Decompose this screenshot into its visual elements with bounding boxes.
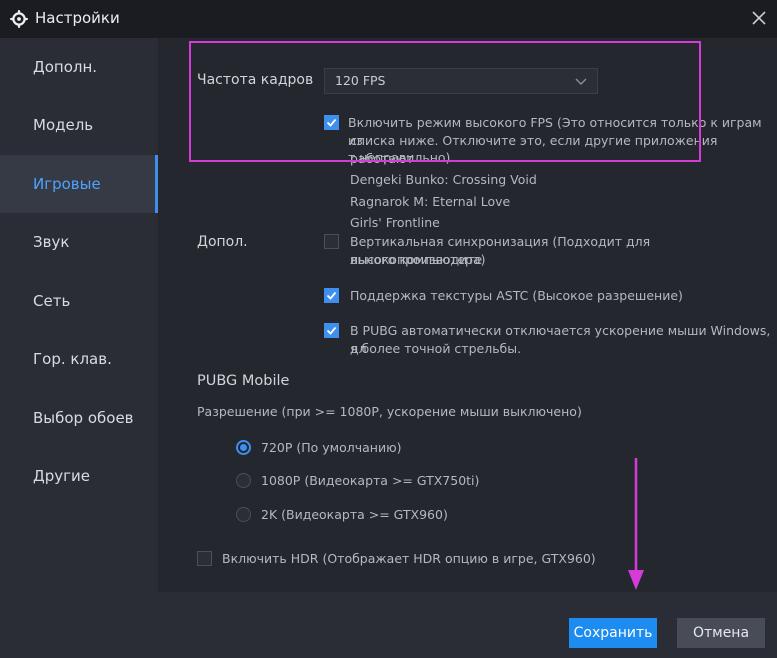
sidebar-item-label: Гор. клав. [33, 350, 112, 368]
save-button[interactable]: Сохранить [569, 618, 657, 648]
sidebar-item-game[interactable]: Игровые [0, 155, 158, 213]
sidebar-item-label: Модель [33, 116, 94, 134]
pubg-mouse-checkbox[interactable] [324, 323, 339, 338]
resolution-label: Разрешение (при >= 1080P, ускорение мыши… [197, 404, 582, 419]
hdr-text: Включить HDR (Отображает HDR опцию в игр… [222, 551, 596, 566]
extra-label: Допол. [197, 234, 248, 250]
resolution-option-label: 720P (По умолчанию) [261, 440, 402, 455]
sidebar-item-label: Другие [33, 467, 90, 485]
sidebar-item-label: Выбор обоев [33, 409, 134, 427]
sidebar: Дополн. Модель Игровые Звук Сеть Гор. кл… [0, 38, 158, 592]
chevron-down-icon [575, 78, 587, 85]
high-fps-text-line3: т неправильно) [348, 150, 451, 165]
sidebar-item-model[interactable]: Модель [0, 96, 158, 154]
pubg-mouse-text-line2: я более точной стрельбы. [350, 341, 522, 356]
close-icon[interactable] [749, 8, 769, 28]
resolution-1080p-radio[interactable] [236, 473, 251, 488]
game-list-item: Girls' Frontline [350, 215, 440, 230]
fps-label: Частота кадров [197, 72, 314, 88]
vsync-text-line2: льного компьютера) [350, 252, 486, 267]
game-list-item: Dengeki Bunko: Crossing Void [350, 172, 537, 187]
cancel-button[interactable]: Отмена [677, 618, 765, 648]
window-title: Настройки [35, 9, 120, 27]
sidebar-item-label: Сеть [33, 292, 71, 310]
sidebar-item-network[interactable]: Сеть [0, 272, 158, 330]
check-icon [326, 326, 337, 335]
check-icon [326, 118, 337, 127]
sidebar-item-hotkeys[interactable]: Гор. клав. [0, 330, 158, 388]
astc-checkbox[interactable] [324, 288, 339, 303]
fps-select-value: 120 FPS [335, 73, 386, 88]
title-bar: Настройки [0, 0, 777, 38]
game-list-item: Ragnarok M: Eternal Love [350, 194, 511, 209]
gear-icon [10, 10, 28, 28]
resolution-option-label: 2K (Видеокарта >= GTX960) [261, 507, 448, 522]
sidebar-item-label: Звук [33, 233, 70, 251]
sidebar-item-label: Дополн. [33, 58, 98, 76]
check-icon [326, 291, 337, 300]
sidebar-item-other[interactable]: Другие [0, 447, 158, 505]
vsync-checkbox[interactable] [324, 234, 339, 249]
sidebar-item-advanced[interactable]: Дополн. [0, 38, 158, 96]
hdr-checkbox[interactable] [197, 551, 212, 566]
resolution-2k-radio[interactable] [236, 507, 251, 522]
fps-select[interactable]: 120 FPS [324, 68, 598, 94]
resolution-720p-radio[interactable] [236, 440, 251, 455]
pubg-section-title: PUBG Mobile [197, 373, 290, 389]
sidebar-item-wallpaper[interactable]: Выбор обоев [0, 389, 158, 447]
astc-text: Поддержка текстуры ASTC (Высокое разреше… [350, 288, 683, 303]
resolution-option-label: 1080P (Видеокарта >= GTX750ti) [261, 473, 480, 488]
sidebar-item-sound[interactable]: Звук [0, 213, 158, 271]
dialog-footer [0, 592, 777, 658]
sidebar-item-label: Игровые [33, 175, 101, 193]
high-fps-checkbox[interactable] [324, 115, 339, 130]
